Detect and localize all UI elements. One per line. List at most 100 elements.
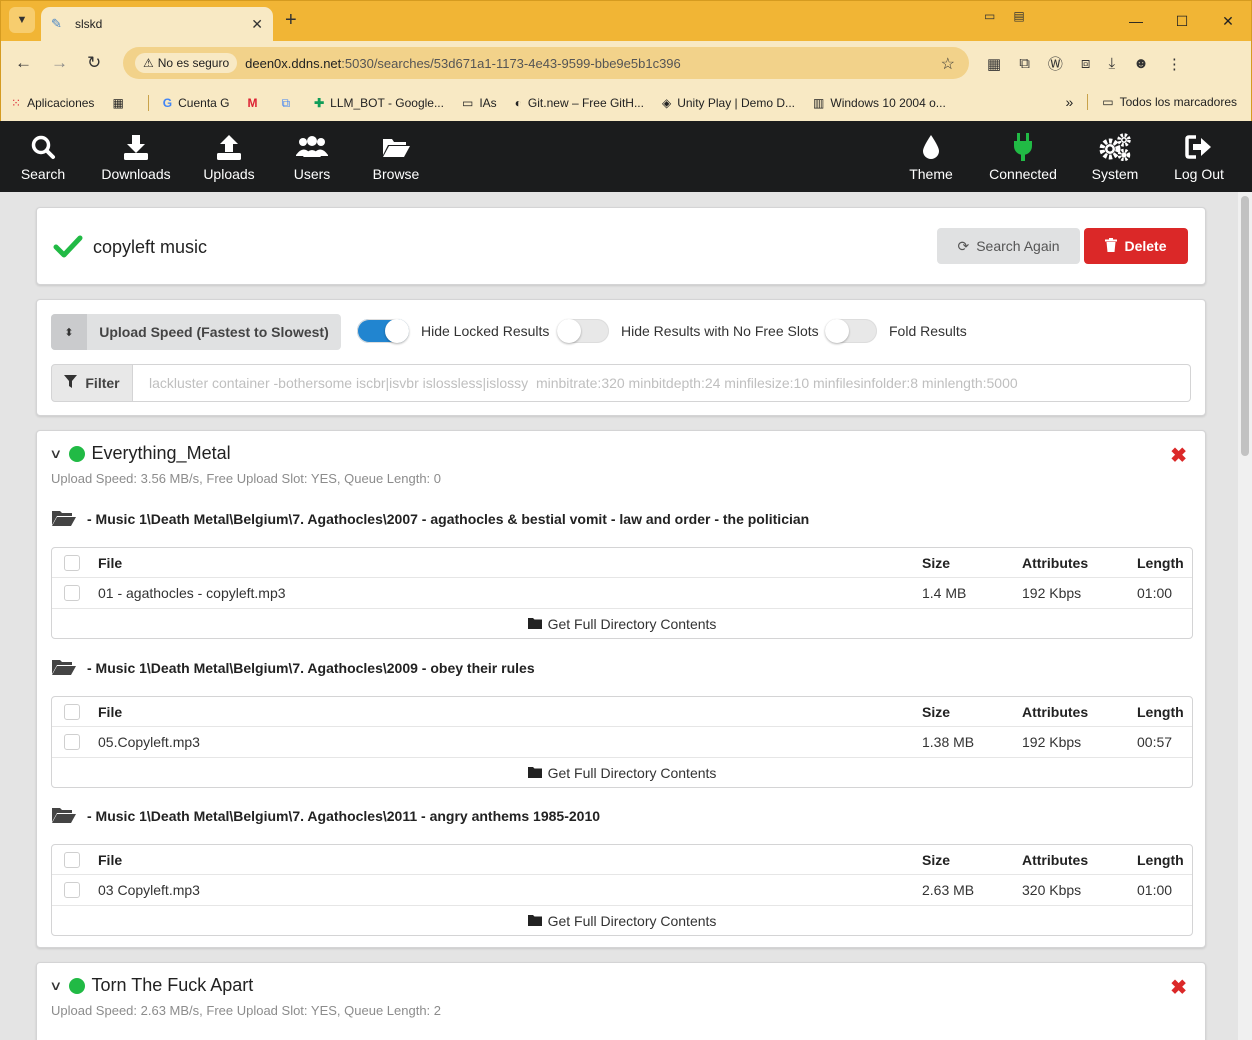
nav-connected[interactable]: Connected [982,121,1064,192]
browser-chrome: ▼ ✎ slskd ✕ + ▭ ▤ — ☐ ✕ ← → ↻ ⚠ No es se… [0,0,1252,121]
extension-notes-icon[interactable]: ▦ [987,55,1001,73]
chevron-down-icon[interactable]: ∨ [49,446,62,462]
security-chip[interactable]: ⚠ No es seguro [135,53,238,73]
bookmark-unity[interactable]: ◈ Unity Play | Demo D... [662,96,795,110]
window-close-icon[interactable]: ✕ [1205,13,1251,30]
bookmark-star-icon[interactable]: ☆ [941,54,955,74]
delete-button[interactable]: Delete [1084,228,1188,264]
minimize-icon[interactable]: — [1113,13,1159,29]
more-bookmarks-icon[interactable]: » [1065,94,1073,110]
translate-icon[interactable]: ⧉ [1019,55,1030,72]
filter-label: Filter [51,364,133,402]
file-table: File Size Attributes Length 01 - agathoc… [51,547,1193,639]
bookmark-translate[interactable]: ⧉ [282,96,297,111]
directory-title[interactable]: - Music 1\Death Metal\Belgium\7. Agathoc… [51,806,1193,826]
chevron-down-icon[interactable]: ∨ [49,978,62,994]
address-bar[interactable]: ⚠ No es seguro deen0x.ddns.net:5030/sear… [123,47,969,79]
nav-browse[interactable]: Browse [362,121,430,192]
scrollbar-thumb[interactable] [1241,196,1249,456]
warning-icon: ⚠ [143,56,154,70]
browser-tab[interactable]: ✎ slskd ✕ [41,7,273,41]
result-username: Torn The Fuck Apart [91,975,254,995]
directory-title[interactable]: - Music 1\Death Metal\Belgium\7. Agathoc… [51,658,1193,678]
sort-icon: ⬍ [51,314,87,350]
nav-search[interactable]: Search [10,121,76,192]
nav-theme[interactable]: Theme [902,121,960,192]
google-icon: G [162,96,173,110]
select-all-checkbox[interactable] [64,851,80,868]
bookmark-windows[interactable]: ▥ Windows 10 2004 o... [813,96,946,110]
back-icon[interactable]: ← [15,53,32,73]
nav-system[interactable]: System [1086,121,1144,192]
bookmarks-bar: ⁙ Aplicaciones ▦ G Cuenta G M ⧉ ✚ LLM_BOT -… [1,85,1251,121]
table-row[interactable]: 01 - agathocles - copyleft.mp3 1.4 MB 19… [52,578,1192,609]
extensions-puzzle-icon[interactable]: ⧈ [1081,55,1091,72]
bookmark-gmail[interactable]: M [248,96,264,110]
refresh-icon: ⟳ [957,237,970,254]
get-full-directory-button[interactable]: Get Full Directory Contents [52,758,1192,787]
nav-users[interactable]: Users [282,121,342,192]
new-tab-icon[interactable]: + [285,9,297,32]
toggle-switch-on[interactable] [357,319,409,343]
forward-icon[interactable]: → [51,53,68,73]
select-all-checkbox[interactable] [64,703,80,720]
nav-uploads[interactable]: Uploads [196,121,262,192]
directory-title[interactable]: - Music 1\Death Metal\Belgium\7. Agathoc… [51,509,1193,529]
get-full-directory-button[interactable]: Get Full Directory Contents [52,906,1192,935]
file-checkbox[interactable] [64,734,80,750]
sort-dropdown[interactable]: ⬍ Upload Speed (Fastest to Slowest) [51,314,341,350]
cast-icon[interactable]: ▭ [984,9,995,23]
tab-search-icon[interactable]: ▼ [9,7,35,33]
app-navbar: Search Downloads Uploads Users Browse Th… [0,121,1252,192]
folder-icon: ▭ [461,96,474,110]
bookmark-aplicaciones[interactable]: ⁙ Aplicaciones [11,96,94,110]
result-header[interactable]: ∨ Everything_Metal [49,443,230,464]
reload-icon[interactable]: ↻ [87,53,101,73]
hide-no-slots-toggle[interactable]: Hide Results with No Free Slots [557,319,819,343]
nav-downloads[interactable]: Downloads [96,121,176,192]
table-row[interactable]: 03 Copyleft.mp3 2.63 MB 320 Kbps 01:00 [52,875,1192,906]
table-row[interactable]: 05.Copyleft.mp3 1.38 MB 192 Kbps 00:57 [52,727,1192,758]
toggle-switch-off[interactable] [825,319,877,343]
maximize-icon[interactable]: ☐ [1159,13,1205,30]
plug-icon [1011,132,1035,162]
file-checkbox[interactable] [64,882,80,898]
folder-open-icon [51,806,77,827]
toggle-switch-off[interactable] [557,319,609,343]
get-full-directory-button[interactable]: Get Full Directory Contents [52,609,1192,638]
screen-icon[interactable]: ▤ [1013,9,1024,23]
bookmark-cuenta-g[interactable]: G Cuenta G [163,96,230,110]
file-table: File Size Attributes Length 05.Copyleft.… [51,696,1193,788]
select-all-checkbox[interactable] [64,554,80,571]
profile-avatar-icon[interactable]: ☻ [1133,55,1149,72]
hide-locked-toggle[interactable]: Hide Locked Results [357,319,549,343]
folder-icon [527,765,542,781]
close-icon[interactable]: ✖ [1170,443,1187,468]
bookmark-llm-bot[interactable]: ✚ LLM_BOT - Google... [314,96,444,110]
file-checkbox[interactable] [64,585,80,601]
online-status-icon [68,445,85,462]
unity-icon: ◈ [661,96,672,110]
url-text[interactable]: deen0x.ddns.net:5030/searches/53d671a1-1… [245,56,681,71]
all-bookmarks[interactable]: ▭ Todos los marcadores [1102,95,1237,109]
nav-logout[interactable]: Log Out [1166,121,1232,192]
wordpress-icon[interactable]: Ⓦ [1048,53,1063,74]
search-icon [30,132,56,162]
bookmark-ias[interactable]: ▭ IAs [462,96,497,110]
close-icon[interactable]: ✖ [1170,975,1187,1000]
bookmark-gitnew[interactable]: ◐ Git.new – Free GitH... [515,96,644,110]
result-header[interactable]: ∨ Torn The Fuck Apart [49,975,254,996]
page-scrollbar[interactable] [1238,192,1252,1040]
tab-bar: ▼ ✎ slskd ✕ + ▭ ▤ — ☐ ✕ [1,1,1251,41]
search-again-button[interactable]: ⟳ Search Again [937,228,1080,264]
download-icon[interactable]: ⤓ [1108,55,1115,72]
menu-kebab-icon[interactable]: ⋮ [1167,55,1182,73]
bookmark-grid[interactable]: ▦ [112,96,129,110]
folder-open-icon [51,509,77,530]
tab-close-icon[interactable]: ✕ [251,16,263,33]
fold-results-toggle[interactable]: Fold Results [825,319,967,343]
translate-icon: ⧉ [281,95,291,110]
upload-icon [215,132,243,162]
filter-input[interactable] [133,364,1191,402]
trash-icon [1105,237,1118,255]
